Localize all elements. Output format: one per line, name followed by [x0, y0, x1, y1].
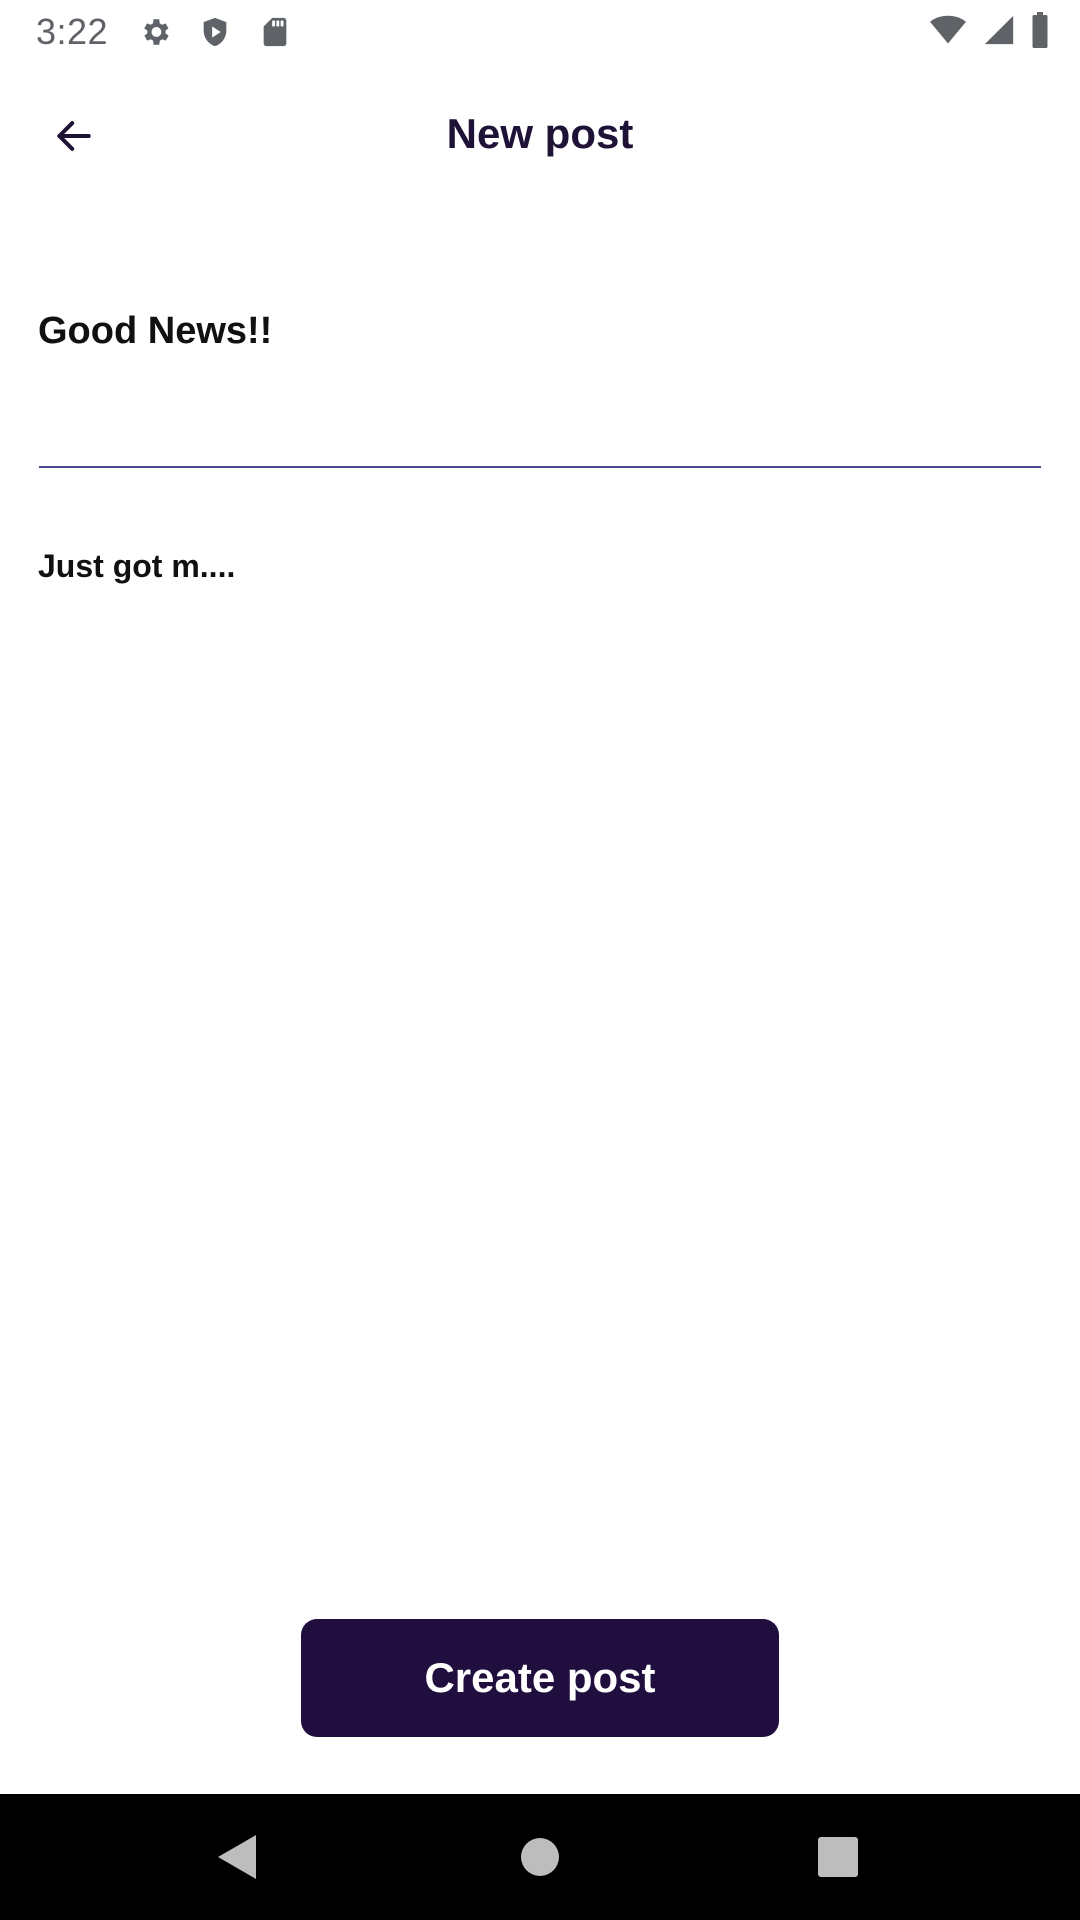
nav-back-icon: [216, 1833, 260, 1881]
navigation-bar: [0, 1794, 1080, 1920]
post-body-value: Just got m....: [38, 548, 236, 584]
cell-signal-icon: [982, 12, 1016, 48]
nav-recents-icon: [818, 1837, 858, 1877]
post-title-value: Good News!!: [38, 310, 273, 352]
nav-home-button[interactable]: [480, 1794, 600, 1920]
create-post-button[interactable]: Create post: [301, 1619, 779, 1737]
nav-recents-button[interactable]: [778, 1794, 898, 1920]
nav-back-button[interactable]: [178, 1794, 298, 1920]
new-post-screen: 3:22 New post Good News!! Just got m....…: [0, 0, 1080, 1920]
wifi-icon: [928, 12, 968, 48]
status-bar: 3:22: [0, 0, 1080, 64]
nav-home-icon: [520, 1837, 560, 1877]
status-icons-right: [928, 12, 1050, 48]
sd-card-icon: [258, 15, 292, 49]
shield-play-icon: [198, 15, 232, 49]
page-title: New post: [446, 110, 634, 157]
title-underline: [39, 466, 1041, 468]
post-body-field[interactable]: Just got m....: [38, 530, 1041, 1530]
status-icons-left: [138, 15, 292, 49]
create-post-label: Create post: [424, 1654, 656, 1701]
app-bar: New post: [0, 80, 1080, 192]
status-time: 3:22: [36, 11, 109, 52]
battery-icon: [1030, 12, 1050, 48]
post-title-field[interactable]: Good News!!: [38, 290, 1041, 468]
gear-icon: [138, 15, 172, 49]
